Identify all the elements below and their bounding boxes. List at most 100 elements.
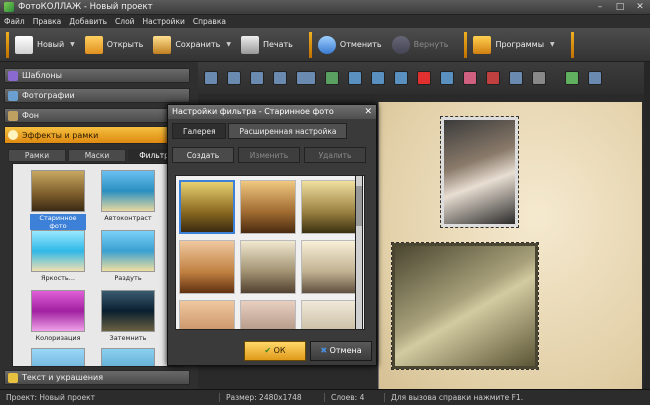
gear-icon[interactable] (509, 71, 523, 85)
scrollbar-thumb[interactable] (356, 186, 362, 226)
tab-masks[interactable]: Маски (68, 149, 126, 162)
send-back-icon[interactable] (227, 71, 241, 85)
delete-button[interactable]: Удалить (304, 147, 366, 163)
brush-icon[interactable] (486, 71, 500, 85)
filter-thumb-brightness[interactable] (31, 230, 85, 272)
color-effects-icon[interactable] (463, 71, 477, 85)
tab-frames[interactable]: Рамки (8, 149, 66, 162)
window-title: ФотоКОЛЛАЖ - Новый проект (18, 2, 153, 12)
preset-thumb[interactable] (179, 180, 235, 234)
filter-thumb-inflate[interactable] (101, 230, 155, 272)
programs-button[interactable]: Программы ▼ (473, 35, 555, 54)
section-background[interactable]: Фон (4, 108, 190, 123)
edit-button[interactable]: Изменить (238, 147, 300, 163)
create-button[interactable]: Создать (172, 147, 234, 163)
templates-icon (8, 70, 18, 81)
toolbar-separator (570, 31, 574, 58)
gallery-scrollbar[interactable] (355, 175, 363, 330)
section-effects-frames[interactable]: Эффекты и рамки (4, 126, 190, 144)
filter-label-inflate[interactable]: Раздуть (100, 274, 156, 282)
layer-up-icon[interactable] (250, 71, 264, 85)
section-text-decorations[interactable]: Текст и украшения (4, 370, 190, 385)
status-size: Размер: 2480x1748 (220, 393, 325, 402)
menu-file[interactable]: Файл (4, 17, 25, 26)
effects-icon (8, 130, 18, 140)
menu-add[interactable]: Добавить (69, 17, 107, 26)
filter-thumb-partial[interactable] (31, 348, 85, 366)
filter-thumb-colorize[interactable] (31, 290, 85, 332)
filter-label-brightness[interactable]: Яркость... (30, 274, 86, 282)
cancel-button[interactable]: ✖ Отмена (310, 341, 372, 361)
rotate-left-icon[interactable] (325, 71, 339, 85)
filter-thumbnails: Старинное фото Автоконтраст Яркость... Р… (12, 163, 184, 367)
menu-settings[interactable]: Настройки (143, 17, 185, 26)
section-templates[interactable]: Шаблоны (4, 68, 190, 83)
status-project: Проект: Новый проект (0, 393, 220, 402)
status-bar: Проект: Новый проект Размер: 2480x1748 С… (0, 389, 650, 405)
menu-edit[interactable]: Правка (33, 17, 62, 26)
save-button[interactable]: Сохранить ▼ (153, 35, 231, 54)
filter-label-vintage[interactable]: Старинное фото (30, 214, 86, 230)
filter-thumb-autocontrast[interactable] (101, 170, 155, 212)
chevron-down-icon[interactable]: ▼ (550, 41, 555, 48)
effects-subtabs: Рамки Маски Фильтры (8, 149, 188, 162)
right-scroll-strip[interactable] (644, 62, 650, 389)
gift-box-icon (473, 35, 492, 54)
dialog-title-bar: Настройки фильтра - Старинное фото ✕ (168, 105, 376, 119)
new-button[interactable]: Новый ▼ (15, 35, 75, 54)
filter-thumb-partial[interactable] (101, 348, 155, 366)
redo-arrow-icon (391, 35, 410, 54)
preset-thumb[interactable] (179, 300, 235, 329)
mirror-icon[interactable] (394, 71, 408, 85)
flip-vertical-icon[interactable] (348, 71, 362, 85)
minimize-icon[interactable]: – (590, 0, 610, 15)
toolbar-separator (308, 31, 312, 58)
maximize-icon[interactable]: □ (610, 0, 630, 15)
collage-photo[interactable] (391, 242, 539, 370)
preset-thumb[interactable] (301, 300, 357, 329)
preset-thumb[interactable] (240, 300, 296, 329)
tab-advanced[interactable]: Расширенная настройка (228, 123, 348, 139)
chevron-down-icon[interactable]: ▼ (226, 41, 231, 48)
filter-thumb-darken[interactable] (101, 290, 155, 332)
preset-gallery (175, 175, 365, 330)
undo-button[interactable]: Отменить (317, 35, 382, 54)
layer-down-icon[interactable] (273, 71, 287, 85)
photos-icon (8, 90, 18, 101)
save-icon (153, 35, 172, 54)
toolbar-separator (6, 31, 9, 58)
preset-thumb[interactable] (179, 240, 235, 294)
new-document-icon (15, 35, 33, 54)
open-button[interactable]: Открыть (84, 35, 143, 54)
filter-label-colorize[interactable]: Колоризация (30, 334, 86, 342)
preset-thumb[interactable] (240, 180, 296, 234)
filter-label-autocontrast[interactable]: Автоконтраст (100, 214, 156, 222)
preset-thumb[interactable] (301, 180, 357, 234)
menu-layer[interactable]: Слой (115, 17, 135, 26)
preset-thumb[interactable] (240, 240, 296, 294)
redo-button[interactable]: Вернуть (391, 35, 448, 54)
close-icon[interactable]: ✕ (630, 0, 650, 15)
collage-photo[interactable] (440, 116, 519, 228)
menu-help[interactable]: Справка (193, 17, 226, 26)
ok-button[interactable]: ✔ ОК (244, 341, 306, 361)
close-icon[interactable]: ✕ (364, 105, 372, 119)
filter-label-darken[interactable]: Затемнить (100, 334, 156, 342)
delete-icon[interactable] (417, 71, 431, 85)
background-icon (8, 110, 18, 121)
page-settings-icon[interactable] (588, 71, 602, 85)
filter-thumb-vintage[interactable] (31, 170, 85, 212)
toolbar-separator (464, 31, 468, 58)
crop-icon[interactable] (440, 71, 454, 85)
print-button[interactable]: Печать (240, 35, 293, 54)
preset-thumb[interactable] (301, 240, 357, 294)
status-layers: Слоев: 4 (325, 393, 385, 402)
add-page-icon[interactable] (565, 71, 579, 85)
align-icon[interactable] (296, 71, 316, 85)
flip-horizontal-icon[interactable] (371, 71, 385, 85)
lock-icon[interactable] (532, 71, 546, 85)
tab-gallery[interactable]: Галерея (172, 123, 227, 139)
chevron-down-icon[interactable]: ▼ (70, 41, 75, 48)
section-photos[interactable]: Фотографии (4, 88, 190, 103)
bring-front-icon[interactable] (204, 71, 218, 85)
